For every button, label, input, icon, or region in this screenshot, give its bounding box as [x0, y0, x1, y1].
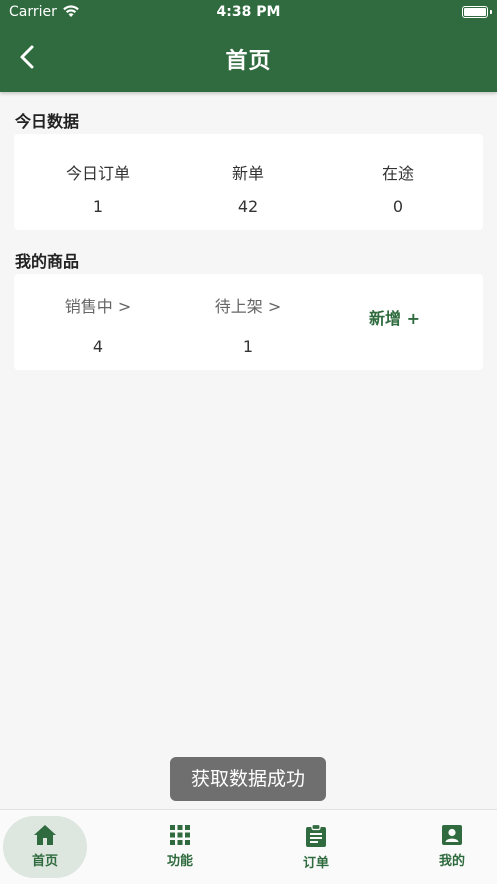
today-section-title: 今日数据	[15, 112, 80, 131]
page-title: 首页	[225, 49, 272, 74]
stat-label: 今日订单	[65, 164, 130, 183]
products-on-sale[interactable]: 销售中 > 4	[23, 293, 173, 356]
tab-functions[interactable]: 功能	[138, 816, 222, 878]
grid-icon	[170, 825, 190, 845]
stat-in-transit[interactable]: 在途 0	[323, 160, 473, 216]
products-card: 销售中 > 4 待上架 > 1 新增 +	[14, 274, 483, 370]
stat-label: 待上架 >	[214, 297, 282, 316]
stat-value: 1	[242, 337, 254, 356]
battery-tip	[490, 10, 492, 14]
status-bar: Carrier 4:38 PM	[0, 0, 497, 24]
stat-value: 4	[92, 337, 104, 356]
tab-home[interactable]: 首页	[3, 816, 87, 878]
tab-bar: 首页 功能 订单 我的	[0, 809, 497, 884]
tab-label: 首页	[31, 854, 58, 869]
battery-icon	[462, 6, 488, 18]
stat-value: 1	[92, 197, 104, 216]
account-box-icon	[442, 825, 462, 845]
tab-label: 功能	[166, 854, 193, 869]
tab-label: 订单	[302, 856, 329, 871]
stat-today-orders[interactable]: 今日订单 1	[23, 160, 173, 216]
home-icon	[34, 825, 56, 845]
stat-label: 在途	[381, 164, 414, 183]
toast-message: 获取数据成功	[170, 757, 326, 801]
clipboard-icon	[306, 824, 326, 847]
stat-new-orders[interactable]: 新单 42	[173, 160, 323, 216]
stat-value: 0	[392, 197, 404, 216]
status-time: 4:38 PM	[216, 4, 281, 20]
stat-label: 新单	[231, 164, 264, 183]
tab-orders[interactable]: 订单	[274, 816, 358, 878]
stat-value: 42	[237, 197, 259, 216]
products-section-title: 我的商品	[15, 252, 80, 271]
tab-label: 我的	[438, 854, 465, 869]
tab-mine[interactable]: 我的	[410, 816, 494, 878]
add-product-button[interactable]: 新增 +	[369, 305, 420, 329]
stat-label: 销售中 >	[64, 297, 132, 316]
products-pending-listing[interactable]: 待上架 > 1	[173, 293, 323, 356]
nav-bar: 首页	[0, 24, 497, 92]
today-stats-card: 今日订单 1 新单 42 在途 0	[14, 134, 483, 230]
